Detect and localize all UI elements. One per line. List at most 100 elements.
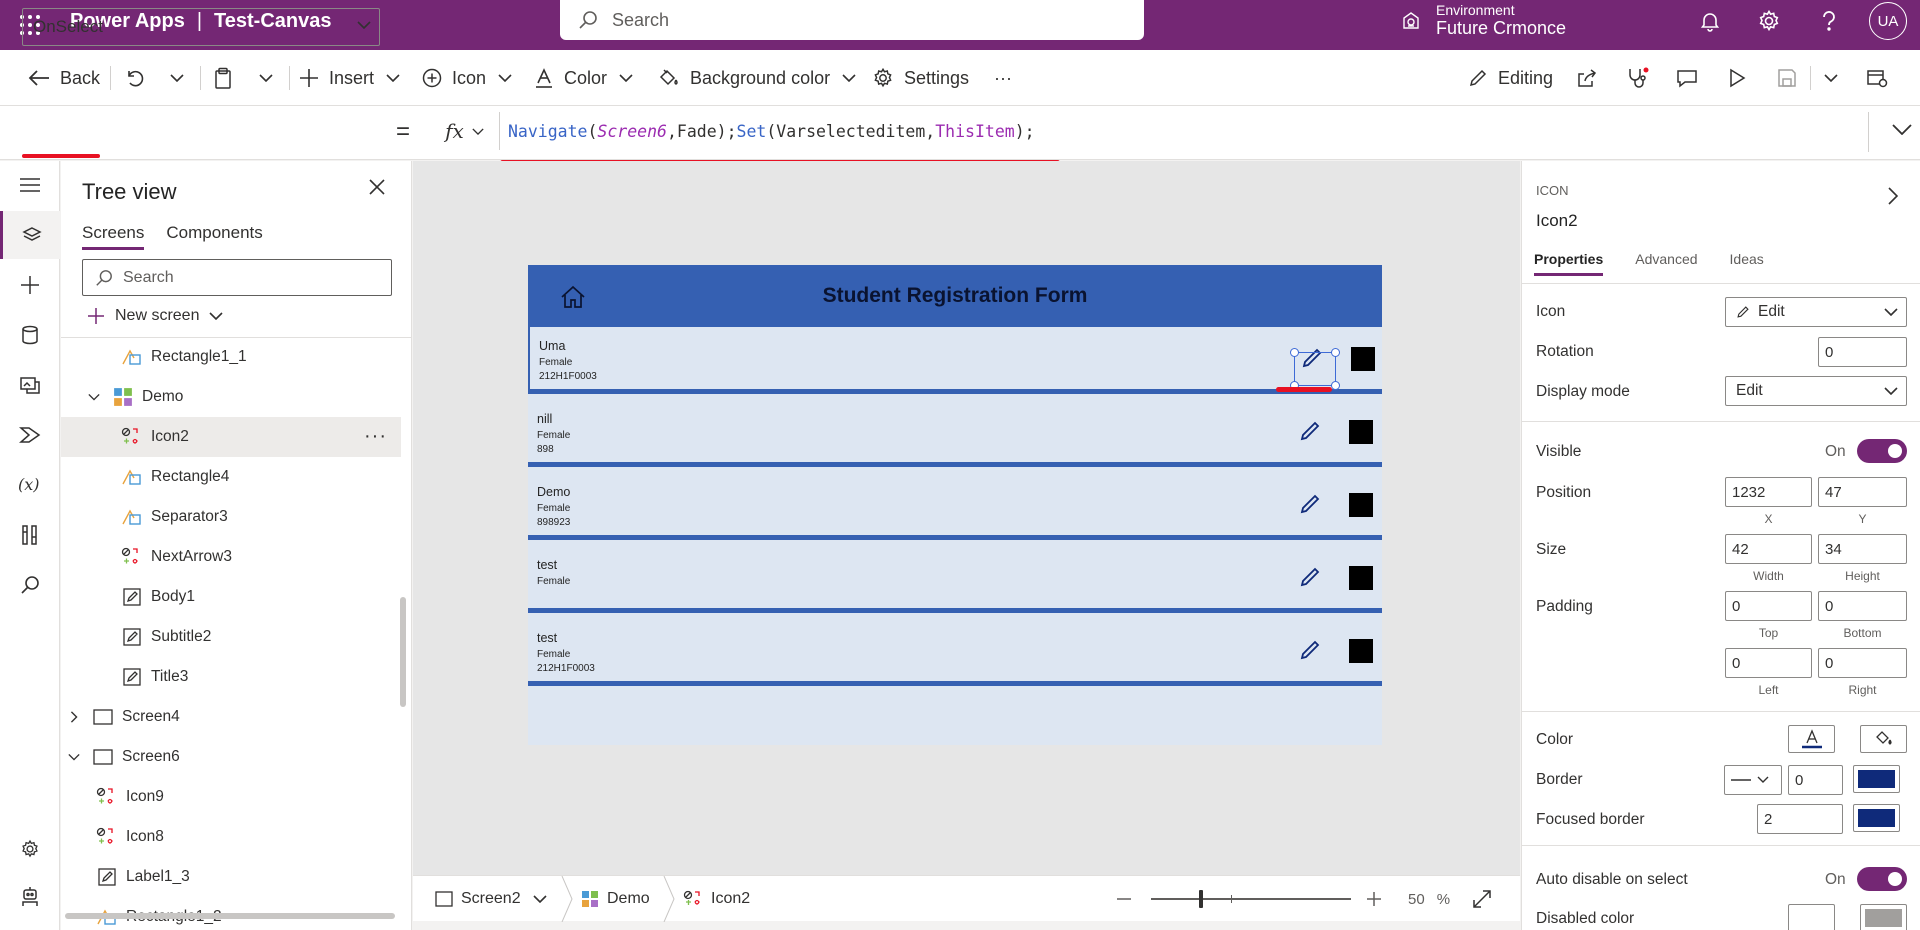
next-arrow-icon[interactable]: [1351, 347, 1375, 371]
tree-node-icon9[interactable]: Icon9: [61, 777, 401, 817]
tree-node-icon8[interactable]: Icon8: [61, 817, 401, 857]
variables-icon[interactable]: (x): [0, 461, 60, 509]
next-arrow-icon[interactable]: [1349, 639, 1373, 663]
breadcrumb-gallery[interactable]: Demo: [581, 876, 650, 922]
edit-pencil-icon[interactable]: [1298, 565, 1322, 589]
size-width-input[interactable]: 42: [1725, 534, 1812, 564]
tree-node-separator3[interactable]: Separator3: [61, 497, 401, 537]
tab-properties[interactable]: Properties: [1534, 251, 1604, 276]
tab-ideas[interactable]: Ideas: [1730, 251, 1764, 276]
fill-color-swatch[interactable]: [1860, 725, 1907, 753]
zoom-out-button[interactable]: [1117, 876, 1131, 922]
back-button[interactable]: Back: [28, 50, 100, 106]
tree-view-layers-icon[interactable]: [0, 211, 60, 259]
breadcrumb-screen[interactable]: Screen2: [435, 876, 547, 922]
zoom-slider-track[interactable]: [1151, 898, 1351, 900]
help-question-icon[interactable]: [1814, 6, 1844, 36]
hamburger-menu-icon[interactable]: [0, 161, 60, 209]
disabled-text-color-swatch[interactable]: [1788, 904, 1835, 930]
tree-search-input[interactable]: Search: [82, 259, 392, 296]
edit-pencil-icon[interactable]: [1298, 638, 1322, 662]
data-database-icon[interactable]: [0, 311, 60, 359]
app-checker-button[interactable]: [1626, 50, 1650, 106]
tree-node-demo[interactable]: Demo: [61, 377, 401, 417]
new-screen-button[interactable]: New screen: [87, 307, 224, 325]
next-arrow-icon[interactable]: [1349, 493, 1373, 517]
next-arrow-icon[interactable]: [1349, 420, 1373, 444]
publish-button[interactable]: [1866, 50, 1888, 106]
insert-plus-icon[interactable]: [0, 261, 60, 309]
text-color-swatch[interactable]: [1788, 725, 1835, 753]
chevron-right-icon[interactable]: [1888, 187, 1898, 205]
tree-node-subtitle2[interactable]: Subtitle2: [61, 617, 401, 657]
environment-picker[interactable]: Environment Future Crmonce: [1400, 0, 1566, 42]
tree-node-title3[interactable]: Title3: [61, 657, 401, 697]
user-avatar[interactable]: UA: [1869, 2, 1907, 40]
global-search-input[interactable]: Search: [560, 0, 1144, 40]
focused-border-color-swatch[interactable]: [1853, 804, 1900, 832]
tree-node-body1[interactable]: Body1: [61, 577, 401, 617]
comments-button[interactable]: [1676, 50, 1698, 106]
tree-node-label1-3[interactable]: Label1_3: [61, 857, 401, 897]
selection-box[interactable]: [1290, 348, 1340, 390]
border-style-dropdown[interactable]: [1724, 765, 1782, 795]
rotation-input[interactable]: 0: [1818, 337, 1907, 367]
notifications-bell-icon[interactable]: [1695, 6, 1725, 36]
size-height-input[interactable]: 34: [1818, 534, 1907, 564]
padding-top-input[interactable]: 0: [1725, 591, 1812, 621]
more-options-icon[interactable]: ···: [364, 425, 387, 448]
padding-left-input[interactable]: 0: [1725, 648, 1812, 678]
chevron-down-icon[interactable]: [86, 393, 102, 401]
color-button[interactable]: Color: [534, 50, 633, 106]
edit-pencil-icon[interactable]: [1298, 492, 1322, 516]
settings-gear-icon[interactable]: [0, 825, 60, 873]
settings-gear-icon[interactable]: [1754, 6, 1784, 36]
control-name[interactable]: Icon2: [1536, 211, 1578, 231]
save-dropdown-button[interactable]: [1824, 50, 1838, 106]
focused-border-input[interactable]: 2: [1757, 804, 1843, 834]
tree-node-icon2[interactable]: Icon2 ···: [61, 417, 401, 457]
breadcrumb-control[interactable]: Icon2: [683, 876, 750, 922]
fit-to-window-button[interactable]: [1473, 876, 1491, 922]
power-automate-icon[interactable]: [0, 411, 60, 459]
gallery-item[interactable]: Demo Female 898923: [528, 473, 1382, 540]
disabled-fill-color-swatch[interactable]: [1860, 904, 1907, 930]
advanced-tools-icon[interactable]: [0, 511, 60, 559]
preview-play-button[interactable]: [1728, 50, 1746, 106]
paste-button[interactable]: [214, 50, 232, 106]
gallery-item[interactable]: nill Female 898: [528, 400, 1382, 467]
close-icon[interactable]: [369, 179, 385, 195]
icon-prop-dropdown[interactable]: Edit: [1725, 297, 1907, 327]
position-x-input[interactable]: 1232: [1725, 477, 1812, 507]
formula-input[interactable]: Navigate(Screen6 ,Fade); Set (Varselectedit…: [508, 112, 1035, 150]
editing-button[interactable]: Editing: [1468, 50, 1553, 106]
tree-node-rectangle4[interactable]: Rectangle4: [61, 457, 401, 497]
gallery-item[interactable]: Uma Female 212H1F0003: [528, 327, 1382, 394]
gallery-item[interactable]: test Female 212H1F0003: [528, 619, 1382, 686]
property-selector-dropdown[interactable]: OnSelect: [22, 8, 380, 46]
insert-button[interactable]: Insert: [299, 50, 400, 106]
home-icon[interactable]: [560, 285, 586, 309]
settings-button[interactable]: Settings: [872, 50, 969, 106]
chevron-right-icon[interactable]: [66, 711, 82, 723]
auto-disable-toggle[interactable]: [1857, 867, 1907, 891]
tree-node-screen4[interactable]: Screen4: [61, 697, 401, 737]
padding-bottom-input[interactable]: 0: [1818, 591, 1907, 621]
tab-screens[interactable]: Screens: [82, 223, 145, 250]
next-arrow-icon[interactable]: [1349, 566, 1373, 590]
tab-advanced[interactable]: Advanced: [1635, 251, 1697, 276]
border-color-swatch[interactable]: [1853, 765, 1900, 793]
edit-pencil-icon[interactable]: [1298, 419, 1322, 443]
expand-formula-button[interactable]: [1892, 124, 1912, 135]
search-icon[interactable]: [0, 561, 60, 609]
background-color-button[interactable]: Background color: [658, 50, 856, 106]
tree-node-screen6[interactable]: Screen6: [61, 737, 401, 777]
save-button[interactable]: [1777, 50, 1797, 106]
virtual-agent-icon[interactable]: [0, 873, 60, 921]
undo-dropdown-button[interactable]: [170, 50, 184, 106]
gallery-item[interactable]: test Female: [528, 546, 1382, 613]
share-button[interactable]: [1576, 50, 1598, 106]
tree-scrollbar[interactable]: [400, 597, 406, 707]
tree-node-nextarrow3[interactable]: NextArrow3: [61, 537, 401, 577]
icon-menu-button[interactable]: Icon: [422, 50, 512, 106]
